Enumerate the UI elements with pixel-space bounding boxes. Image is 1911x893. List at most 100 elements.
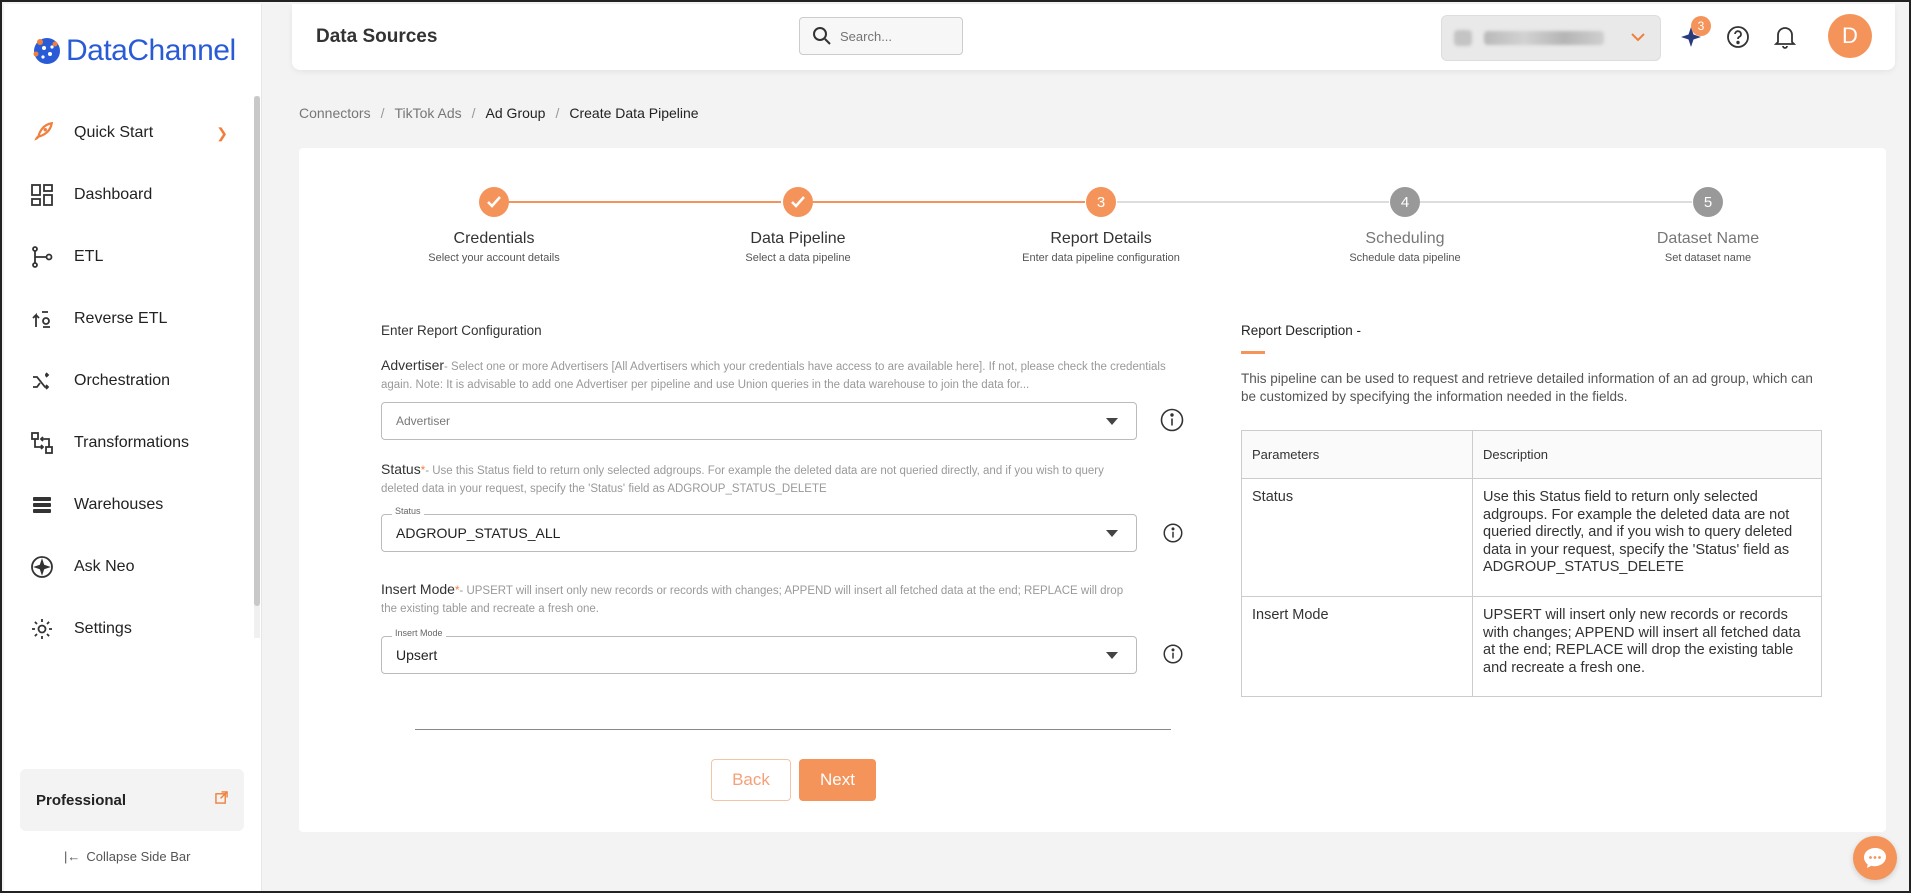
logo-icon (33, 38, 60, 64)
collapse-icon: |← (64, 849, 81, 864)
sidebar-item-label: Warehouses (74, 496, 164, 513)
step-report-details[interactable]: 3 Report Details Enter data pipeline con… (1001, 187, 1201, 264)
advertiser-placeholder: Advertiser (396, 414, 451, 428)
table-row: Status Use this Status field to return o… (1241, 478, 1822, 597)
top-header: Data Sources 3 D (292, 4, 1895, 70)
search-input[interactable] (840, 28, 940, 44)
step-subtitle: Set dataset name (1664, 252, 1752, 264)
step-subtitle: Schedule data pipeline (1349, 252, 1461, 264)
breadcrumb-separator: / (380, 105, 385, 121)
sidebar-item-reverse-etl[interactable]: Reverse ETL (4, 288, 254, 350)
next-button[interactable]: Next (799, 759, 876, 801)
insert-mode-value: Upsert (396, 647, 438, 663)
search-icon (813, 27, 831, 45)
sidebar-scrollbar-thumb[interactable] (254, 96, 260, 606)
collapse-label: Collapse Side Bar (86, 849, 191, 864)
desc-cell: UPSERT will insert only new records or r… (1472, 596, 1822, 697)
step-title: Dataset Name (1656, 230, 1760, 247)
step-dataset-name[interactable]: 5 Dataset Name Set dataset name (1608, 187, 1808, 264)
sidebar-item-label: Quick Start (74, 124, 154, 141)
step-subtitle: Enter data pipeline configuration (1022, 252, 1180, 264)
breadcrumb-tiktok-ads[interactable]: TikTok Ads (394, 105, 461, 121)
notification-badge: 3 (1691, 16, 1711, 36)
table-row: Insert Mode UPSERT will insert only new … (1241, 596, 1822, 697)
chat-button[interactable] (1853, 836, 1897, 880)
chevron-right-icon: ❯ (216, 124, 228, 141)
sidebar-item-settings[interactable]: Settings (4, 598, 254, 660)
insert-mode-select[interactable]: Insert Mode Upsert (381, 628, 1137, 674)
app-frame: DataChannel Quick Start ❯ Dashboard ETL … (0, 0, 1911, 893)
sidebar-item-label: Settings (74, 620, 132, 637)
caret-down-icon (1106, 418, 1118, 425)
check-icon (783, 187, 813, 217)
ask-neo-icon (28, 553, 56, 581)
sidebar: DataChannel Quick Start ❯ Dashboard ETL … (4, 4, 262, 891)
chevron-down-icon (1630, 29, 1646, 47)
sidebar-item-quick-start[interactable]: Quick Start ❯ (4, 102, 254, 164)
step-subtitle: Select a data pipeline (745, 252, 851, 264)
table-header-parameters: Parameters (1241, 430, 1473, 479)
reverse-etl-icon (28, 305, 56, 333)
step-title: Credentials (453, 230, 535, 247)
step-number: 5 (1693, 187, 1723, 217)
desc-cell: Use this Status field to return only sel… (1472, 478, 1822, 597)
table-header-row: Parameters Description (1241, 430, 1822, 479)
advertiser-help: Advertiser- Select one or more Advertise… (381, 356, 1196, 394)
sidebar-item-orchestration[interactable]: Orchestration (4, 350, 254, 412)
dashboard-icon (28, 181, 56, 209)
breadcrumb-ad-group[interactable]: Ad Group (486, 105, 546, 121)
sidebar-item-dashboard[interactable]: Dashboard (4, 164, 254, 226)
help-icon[interactable] (1725, 24, 1751, 50)
status-help: Status*- Use this Status field to return… (381, 460, 1141, 498)
sidebar-item-label: Ask Neo (74, 558, 135, 575)
caret-down-icon (1106, 652, 1118, 659)
check-icon (479, 187, 509, 217)
sidebar-item-transformations[interactable]: Transformations (4, 412, 254, 474)
advertiser-info-icon[interactable] (1160, 408, 1184, 432)
back-button[interactable]: Back (711, 759, 791, 801)
step-credentials[interactable]: Credentials Select your account details (394, 187, 594, 264)
insert-mode-help-text: - UPSERT will insert only new records or… (381, 585, 1124, 615)
sidebar-nav: Quick Start ❯ Dashboard ETL Reverse ETL (4, 102, 254, 660)
search-box[interactable] (799, 17, 963, 55)
bell-icon[interactable] (1772, 24, 1798, 50)
param-cell: Insert Mode (1241, 596, 1473, 697)
breadcrumb-connectors[interactable]: Connectors (299, 105, 371, 121)
sidebar-item-etl[interactable]: ETL (4, 226, 254, 288)
caret-down-icon (1106, 530, 1118, 537)
breadcrumb-separator: / (471, 105, 476, 121)
warehouses-icon (28, 491, 56, 519)
orchestration-icon (28, 367, 56, 395)
advertiser-select[interactable]: Advertiser (381, 402, 1137, 440)
breadcrumb: Connectors / TikTok Ads / Ad Group / Cre… (299, 105, 699, 121)
breadcrumb-create-pipeline: Create Data Pipeline (569, 105, 699, 121)
external-link-icon[interactable] (215, 791, 228, 807)
section-title: Enter Report Configuration (381, 323, 542, 338)
workspace-selector[interactable] (1441, 15, 1661, 61)
status-help-text: - Use this Status field to return only s… (381, 465, 1104, 495)
step-subtitle: Select your account details (428, 252, 560, 264)
step-data-pipeline[interactable]: Data Pipeline Select a data pipeline (698, 187, 898, 264)
collapse-sidebar-button[interactable]: |← Collapse Side Bar (64, 849, 190, 864)
status-floating-label: Status (392, 506, 424, 516)
status-select[interactable]: Status ADGROUP_STATUS_ALL (381, 506, 1137, 552)
status-label: Status (381, 461, 421, 477)
status-info-icon[interactable] (1163, 523, 1183, 543)
etl-icon (28, 243, 56, 271)
page-title: Data Sources (316, 26, 438, 47)
table-header-description: Description (1472, 430, 1822, 479)
insert-mode-info-icon[interactable] (1163, 644, 1183, 664)
step-title: Report Details (1050, 230, 1152, 247)
sidebar-item-label: Transformations (74, 434, 189, 451)
sidebar-item-warehouses[interactable]: Warehouses (4, 474, 254, 536)
form-divider (415, 729, 1171, 730)
avatar[interactable]: D (1828, 14, 1872, 58)
transformations-icon (28, 429, 56, 457)
workspace-icon (1454, 30, 1472, 46)
plan-card[interactable]: Professional (20, 769, 244, 831)
sidebar-item-ask-neo[interactable]: Ask Neo (4, 536, 254, 598)
advertiser-help-text: - Select one or more Advertisers [All Ad… (381, 361, 1166, 391)
step-scheduling[interactable]: 4 Scheduling Schedule data pipeline (1305, 187, 1505, 264)
insert-mode-floating-label: Insert Mode (392, 628, 446, 638)
logo[interactable]: DataChannel (30, 34, 236, 68)
